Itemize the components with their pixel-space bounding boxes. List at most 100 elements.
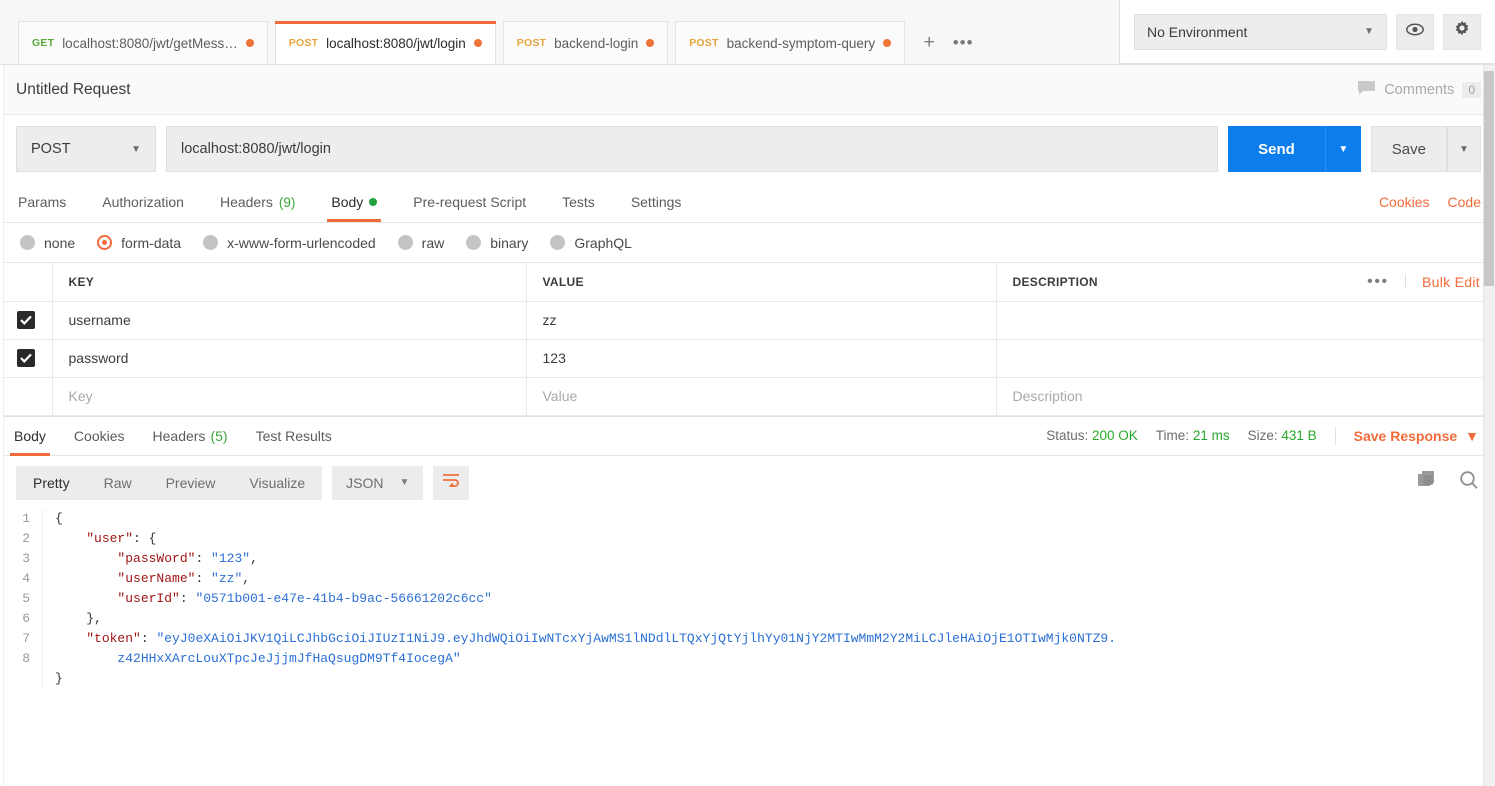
response-tab-count: (5) [210, 427, 228, 444]
http-method-label: POST [31, 141, 71, 157]
tab-settings[interactable]: Settings [613, 182, 700, 222]
response-tabs: Body Cookies Headers (5) Test Results [0, 416, 346, 456]
top-bar: GET localhost:8080/jwt/getMess… POST localh… [0, 0, 1495, 65]
search-icon[interactable] [1459, 470, 1479, 495]
row-checkbox[interactable] [0, 339, 53, 378]
line-number: 7 [22, 630, 30, 646]
response-meta: Status: 200 OK Time: 21 ms Size: 431 B S… [1046, 426, 1479, 445]
code-token: "userId" [117, 590, 180, 606]
body-type-none[interactable]: none [20, 235, 75, 251]
code-line: }, [55, 609, 1495, 629]
request-tab-1[interactable]: POST localhost:8080/jwt/login [274, 21, 496, 64]
body-type-binary[interactable]: binary [466, 235, 528, 251]
code-token: , [242, 570, 251, 586]
comments-button[interactable]: Comments 0 [1357, 80, 1481, 100]
environment-quick-look-button[interactable] [1396, 13, 1434, 50]
line-number: 1 [22, 510, 30, 526]
row-description-input[interactable] [995, 301, 1495, 340]
copy-icon[interactable] [1417, 470, 1437, 495]
response-format-selector[interactable]: JSON ▼ [332, 465, 424, 500]
save-response-label: Save Response [1353, 427, 1458, 444]
new-key-input[interactable]: Key [51, 377, 527, 416]
url-input[interactable]: localhost:8080/jwt/login [166, 126, 1219, 172]
response-tab-body[interactable]: Body [0, 416, 60, 456]
tab-tests[interactable]: Tests [544, 182, 613, 222]
tab-authorization[interactable]: Authorization [84, 182, 202, 222]
page-scrollbar[interactable] [1483, 65, 1495, 786]
tab-label: Authorization [102, 194, 184, 210]
response-tab-label: Headers [152, 427, 206, 444]
response-view-bar: Pretty Raw Preview Visualize JSON ▼ [0, 456, 1495, 509]
row-description-input[interactable] [995, 339, 1495, 378]
response-tab-headers[interactable]: Headers (5) [139, 416, 242, 456]
code-line: "passWord": "123", [55, 549, 1495, 569]
tab-headers[interactable]: Headers (9) [202, 182, 313, 222]
tab-params[interactable]: Params [0, 182, 84, 222]
save-options-button[interactable]: ▼ [1447, 126, 1481, 172]
response-view-controls: Pretty Raw Preview Visualize JSON ▼ [16, 465, 470, 500]
row-key-input[interactable]: username [51, 301, 527, 340]
new-tab-button[interactable]: + [912, 21, 946, 64]
table-header-row: KEY VALUE DESCRIPTION ••• Bulk Edit [0, 263, 1495, 302]
unsaved-changes-icon [245, 39, 254, 47]
link-code[interactable]: Code [1448, 194, 1481, 210]
link-cookies[interactable]: Cookies [1379, 194, 1430, 210]
form-data-table: KEY VALUE DESCRIPTION ••• Bulk Edit user… [0, 263, 1495, 416]
response-tab-test-results[interactable]: Test Results [242, 416, 346, 456]
tab-body[interactable]: Body [313, 182, 395, 222]
save-response-button[interactable]: Save Response ▼ [1354, 428, 1479, 444]
table-more-options-button[interactable]: ••• [1367, 274, 1407, 290]
line-number: 3 [22, 550, 30, 566]
page-title: Untitled Request [16, 80, 131, 98]
send-button[interactable]: Send [1228, 126, 1325, 172]
body-type-x-www-form-urlencoded[interactable]: x-www-form-urlencoded [203, 235, 376, 251]
body-type-raw[interactable]: raw [397, 235, 444, 251]
response-view-visualize[interactable]: Visualize [232, 466, 322, 500]
row-key-input[interactable]: password [51, 339, 527, 378]
row-checkbox[interactable] [0, 301, 53, 340]
body-type-GraphQL[interactable]: GraphQL [550, 235, 632, 251]
request-title-row: Untitled Request Comments 0 [0, 65, 1495, 115]
response-view-raw[interactable]: Raw [87, 466, 149, 500]
response-tab-label: Test Results [255, 427, 332, 444]
response-body-code[interactable]: 1 2 3 4 5 6 7 8 { "user": { "passWord": "123", … [0, 508, 1495, 749]
code-token: : [195, 550, 212, 566]
radio-icon [203, 235, 219, 250]
request-tab-strip: GET localhost:8080/jwt/getMess… POST localh… [0, 0, 1120, 64]
request-tab-label: backend-login [554, 35, 639, 51]
response-actions [1417, 470, 1479, 495]
request-tab-label: localhost:8080/jwt/getMess… [62, 35, 238, 51]
settings-button[interactable] [1443, 13, 1481, 50]
new-value-input[interactable]: Value [525, 377, 997, 416]
code-line: z42HHxXArcLouXTpcJeJjjmJfHaQsugDM9Tf4Ioc… [55, 649, 1495, 669]
tab-pre-request-script[interactable]: Pre-request Script [395, 182, 544, 222]
send-options-button[interactable]: ▼ [1324, 126, 1361, 172]
http-method-selector[interactable]: POST ▼ [16, 126, 156, 172]
code-token: "zz" [211, 570, 243, 586]
request-tab-3[interactable]: POST backend-symptom-query [675, 21, 906, 64]
save-button[interactable]: Save [1370, 126, 1447, 172]
time-badge: Time: 21 ms [1156, 428, 1230, 443]
page-scrollbar-thumb[interactable] [1484, 71, 1494, 286]
row-checkbox-empty[interactable] [0, 377, 53, 416]
body-type-form-data[interactable]: form-data [97, 235, 181, 251]
environment-selector[interactable]: No Environment ▼ [1134, 13, 1387, 50]
tab-more-button[interactable]: ••• [946, 21, 980, 64]
unsaved-changes-icon [646, 39, 655, 47]
bulk-edit-button[interactable]: Bulk Edit [1422, 274, 1480, 290]
word-wrap-button[interactable] [433, 465, 470, 500]
chevron-down-icon: ▼ [399, 477, 410, 488]
row-value-input[interactable]: 123 [525, 339, 997, 378]
response-tab-label: Cookies [73, 427, 125, 444]
body-type-label: binary [490, 234, 529, 251]
response-tab-cookies[interactable]: Cookies [60, 416, 139, 456]
tab-label: Params [18, 194, 67, 210]
response-view-preview[interactable]: Preview [149, 466, 233, 500]
row-value-input[interactable]: zz [525, 301, 997, 340]
request-tab-2[interactable]: POST backend-login [502, 21, 669, 64]
new-description-input[interactable]: Description [995, 377, 1495, 416]
request-tab-0[interactable]: GET localhost:8080/jwt/getMess… [18, 21, 268, 64]
line-number: 8 [22, 650, 30, 666]
table-row: username zz [0, 301, 1495, 340]
response-view-pretty[interactable]: Pretty [16, 466, 87, 500]
